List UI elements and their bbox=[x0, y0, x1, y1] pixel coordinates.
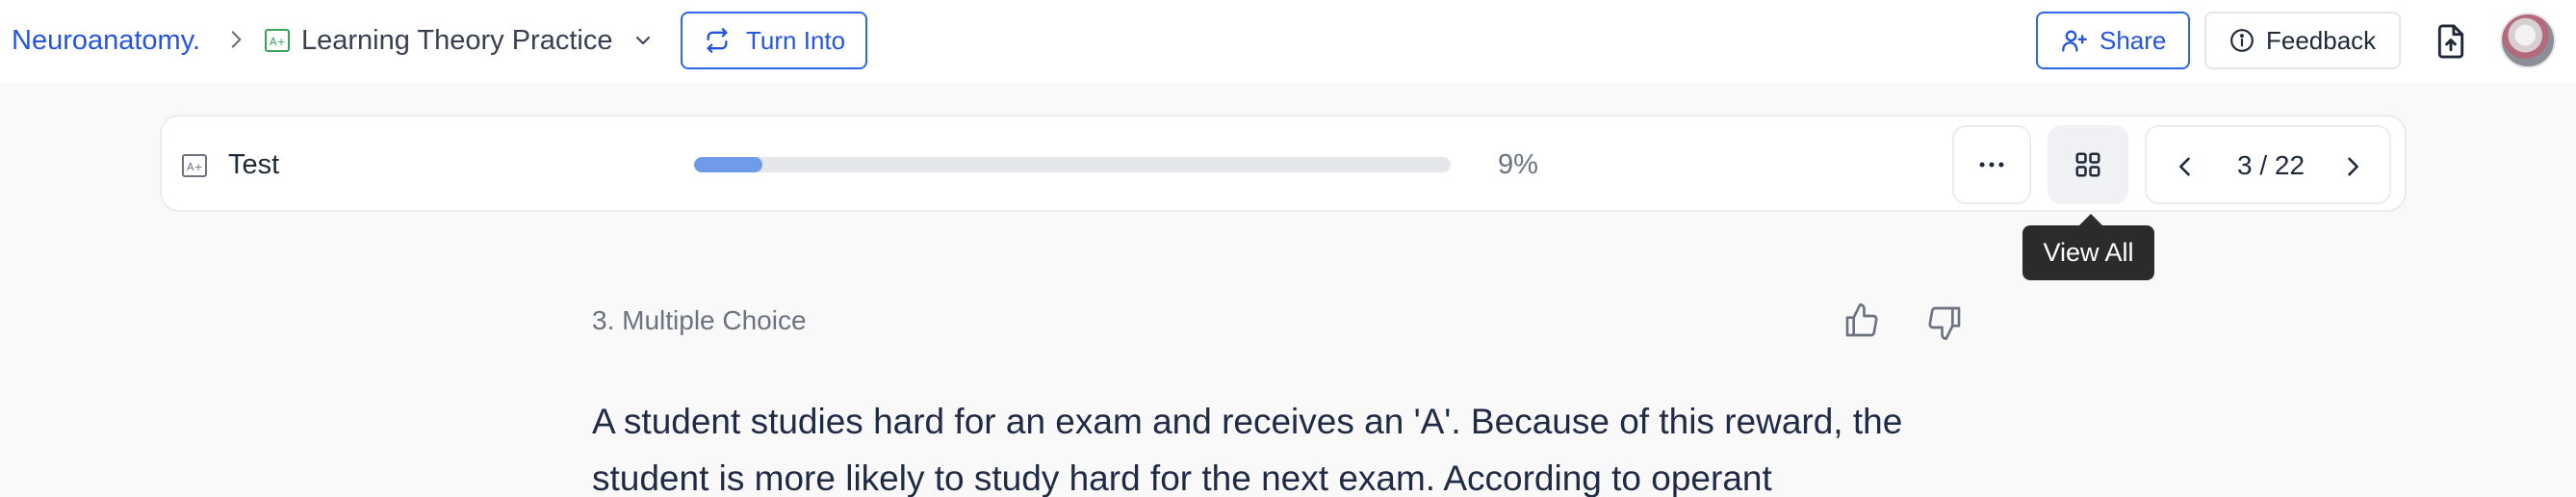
avatar[interactable] bbox=[2500, 13, 2556, 68]
share-button[interactable]: Share bbox=[2036, 12, 2190, 69]
view-all-tooltip: View All bbox=[2022, 225, 2154, 280]
question-pager: 3 / 22 bbox=[2145, 125, 2391, 204]
progress-bar bbox=[694, 157, 1451, 172]
breadcrumb-title[interactable]: Learning Theory Practice bbox=[301, 21, 612, 60]
svg-text:A+: A+ bbox=[187, 161, 203, 173]
chevron-right-icon bbox=[231, 31, 242, 48]
share-label: Share bbox=[2099, 25, 2167, 55]
question-text: A student studies hard for an exam and r… bbox=[592, 402, 1903, 497]
feedback-label: Feedback bbox=[2266, 25, 2377, 55]
tooltip-arrow bbox=[2079, 214, 2102, 225]
top-bar: Neuroanatomy. A+ Learning Theory Practic… bbox=[0, 0, 2576, 83]
chevron-left-icon[interactable] bbox=[2172, 153, 2199, 180]
breadcrumb-root[interactable]: Neuroanatomy. bbox=[12, 21, 200, 60]
view-all-button[interactable] bbox=[2048, 125, 2128, 204]
graded-document-icon: A+ bbox=[265, 29, 290, 52]
chevron-down-icon[interactable] bbox=[631, 29, 655, 52]
feedback-button[interactable]: Feedback bbox=[2204, 12, 2401, 69]
turn-into-button[interactable]: Turn Into bbox=[681, 12, 867, 69]
progress-percentage: 9% bbox=[1498, 149, 1538, 180]
test-header-card: A+ Test 9% 3 / 22 bbox=[160, 115, 2407, 212]
grid-icon bbox=[2075, 152, 2100, 177]
chevron-right-icon[interactable] bbox=[2339, 153, 2366, 180]
thumbs-down-icon[interactable] bbox=[1925, 303, 1964, 342]
repeat-icon bbox=[707, 28, 728, 53]
test-label: Test bbox=[228, 149, 280, 180]
more-horizontal-icon bbox=[1979, 162, 2004, 168]
progress-fill bbox=[694, 157, 762, 172]
question-number-label: 3. Multiple Choice bbox=[592, 305, 807, 335]
add-user-icon bbox=[2062, 30, 2087, 52]
turn-into-label: Turn Into bbox=[746, 25, 846, 55]
svg-text:A+: A+ bbox=[270, 36, 286, 48]
thumbs-up-icon[interactable] bbox=[1842, 301, 1881, 340]
file-upload-icon[interactable] bbox=[2434, 23, 2468, 60]
more-options-button[interactable] bbox=[1952, 125, 2031, 204]
pager-count: 3 / 22 bbox=[2236, 150, 2306, 180]
graded-document-icon: A+ bbox=[182, 154, 207, 177]
info-icon bbox=[2230, 29, 2254, 52]
